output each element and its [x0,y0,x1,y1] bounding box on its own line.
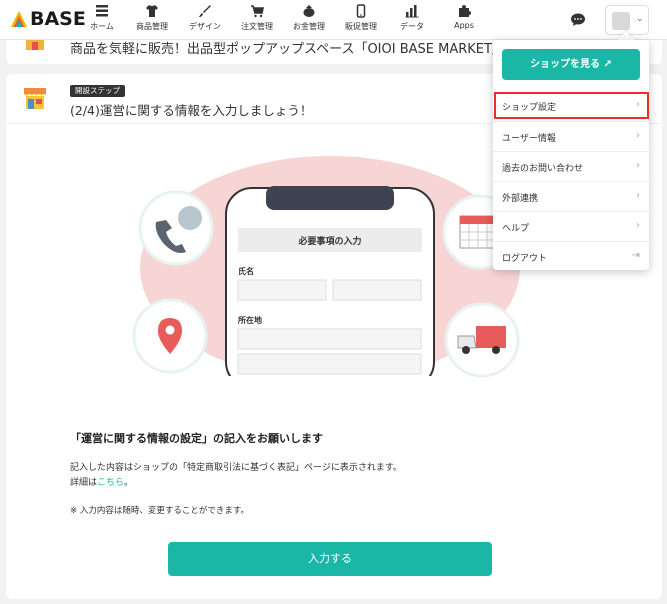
nav-money[interactable]: お金管理 [279,4,339,32]
menu-item-past-inquiries[interactable]: 過去のお問い合わせ › [493,151,649,181]
home-icon [96,5,108,17]
step-title: (2/4)運営に関する情報を入力しましょう！ [70,103,313,118]
shop-avatar [612,12,630,30]
submit-button[interactable]: 入力する [168,542,492,576]
nav-money-label: お金管理 [293,22,325,31]
nav-home-label: ホーム [90,22,114,31]
announcement-text: 商品を気軽に販売！出品型ポップアップスペース「OIOI BASE MARKET」… [70,42,557,57]
telephone-icon [138,190,214,266]
shop-icon [24,88,46,109]
description-text: 記入した内容はショップの「特定商取引法に基づく表記」ページに表示されます。 [70,463,402,473]
address-field-1 [237,328,422,350]
bar-chart-icon [405,5,419,18]
phone-icon [356,4,366,18]
cart-icon [251,5,264,18]
menu-item-label: ログアウト [502,254,548,264]
logout-icon: ⇥ [631,250,640,261]
brush-icon [199,5,211,17]
nav-data-label: データ [400,22,424,31]
nav-data[interactable]: データ [382,4,442,32]
menu-item-user-info[interactable]: ユーザー情報 › [493,121,649,151]
nav-products-label: 商品管理 [136,22,168,31]
nav-orders-label: 注文管理 [241,22,273,31]
menu-item-label: ユーザー情報 [502,134,556,144]
menu-item-logout[interactable]: ログアウト ⇥ [493,241,649,271]
details-text: 詳細はこちら。 [70,475,133,488]
top-navigation-bar: BASE ホーム 商品管理 デザイン 注文管理 お金管理 販促管理 データ Ap… [0,0,667,40]
shop-menu-button[interactable]: ⌄ [605,5,649,35]
nav-orders[interactable]: 注文管理 [227,4,287,32]
nav-design[interactable]: デザイン [175,4,235,32]
chevron-right-icon: › [636,160,640,171]
chevron-right-icon: › [636,190,640,201]
tshirt-icon [146,5,158,17]
map-pin-icon [132,298,208,374]
view-shop-button[interactable]: ショップを見る ↗ [502,49,640,80]
nav-promotion-label: 販促管理 [345,22,377,31]
menu-item-label: 過去のお問い合わせ [502,164,584,174]
nav-products[interactable]: 商品管理 [122,4,182,32]
address-label: 所在地 [237,315,262,325]
wallet-icon [303,5,315,17]
details-link[interactable]: こちら [97,478,124,488]
details-suffix: 。 [124,478,134,488]
name-label: 氏名 [238,266,254,276]
delivery-truck-icon [444,302,520,378]
chevron-right-icon: › [636,220,640,231]
form-header-text: 必要事項の入力 [297,235,361,247]
nav-apps-label: Apps [454,21,474,30]
phone-notch [266,186,394,210]
puzzle-icon [459,5,471,17]
nav-apps[interactable]: Apps [434,4,494,30]
details-prefix: 詳細は [70,478,98,488]
shop-icon [26,40,44,50]
chevron-down-icon: ⌄ [636,14,644,24]
name-field-2 [332,279,422,301]
form-illustration: 必要事項の入力 氏名 所在地 [120,156,540,380]
note-text: ※ 入力内容は随時、変更することができます。 [70,506,249,516]
menu-item-label: ヘルプ [502,224,530,234]
menu-item-integrations[interactable]: 外部連携 › [493,181,649,211]
name-field-1 [237,279,327,301]
section-heading: 「運営に関する情報の設定」の記入をお願いします [70,432,323,445]
highlight-box [494,92,649,119]
nav-design-label: デザイン [189,22,221,31]
menu-item-help[interactable]: ヘルプ › [493,211,649,241]
chevron-right-icon: › [636,130,640,141]
chat-icon[interactable] [570,12,586,28]
step-badge: 開設ステップ [70,85,125,97]
base-logo-mark-icon [11,11,27,27]
address-field-2 [237,353,422,375]
menu-item-label: 外部連携 [502,194,539,204]
